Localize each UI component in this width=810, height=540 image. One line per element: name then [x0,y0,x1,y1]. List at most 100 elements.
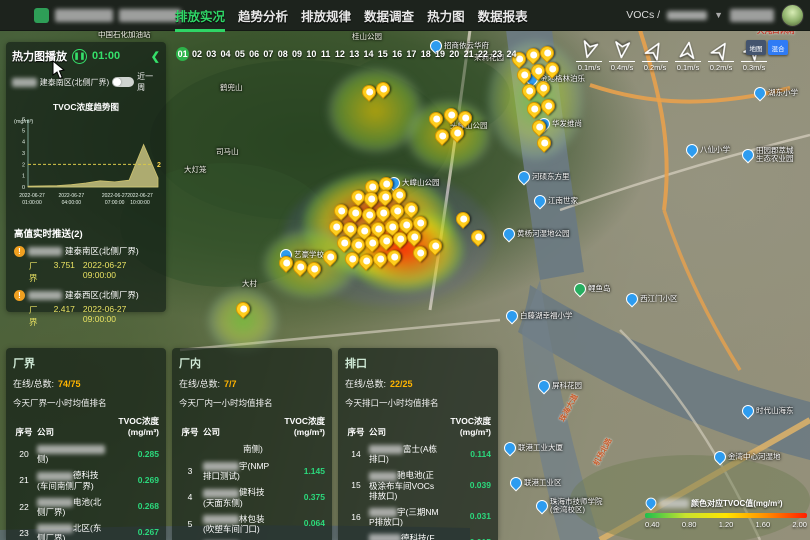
table-row[interactable]: 3宇(NMP排口测试)1.145 [179,461,325,481]
collapse-panel-icon[interactable]: ❮ [151,50,160,63]
legend-tick: 0.40 [645,520,660,529]
svg-text:6: 6 [22,117,25,123]
hour-19[interactable]: 19 [433,47,446,61]
table-row[interactable]: 20侧)0.285 [13,444,159,464]
nav-tab[interactable]: 数据调查 [364,6,414,25]
hour-17[interactable]: 17 [405,47,418,61]
week-toggle[interactable] [112,77,134,87]
hour-16[interactable]: 16 [390,47,403,61]
svg-text:01:00:00: 01:00:00 [22,200,42,206]
poi-marker-icon[interactable] [502,440,519,457]
nav-tab[interactable]: 趋势分析 [238,6,288,25]
table-row[interactable]: 22电池(北侧厂界)0.268 [13,497,159,517]
online-count: 在线/总数:74/75 [13,377,159,390]
push-time: 2022-06-27 09:00:00 [83,304,160,328]
maptype-hybrid-button[interactable]: 混合 [768,40,788,55]
map-label: 湖东小学 [754,87,798,99]
tvoc-trend-chart: (mg/m³)012345622022-06-2701:00:002022-06… [12,113,160,222]
poi-marker-icon[interactable] [508,475,525,492]
table-row[interactable]: 17德科技(FHVP1007)0.015 [345,533,491,540]
hour-08[interactable]: 08 [276,47,289,61]
hour-20[interactable]: 20 [448,47,461,61]
avatar[interactable] [781,4,804,27]
nav-tab[interactable]: 数据报表 [478,6,528,25]
table-row[interactable]: 23北区(东侧厂界)0.267 [13,523,159,540]
map-label-text: 大嶂山公园 [402,179,440,187]
nav-tab[interactable]: 排放实况 [175,6,225,25]
hour-24[interactable]: 24 [505,47,518,61]
map-label-text: 华发维尚 [552,120,582,128]
push-item[interactable]: !建泰南区(北侧厂界)厂界3.7512022-06-27 09:00:00 [14,245,160,284]
poi-marker-icon[interactable] [504,308,521,325]
table-row[interactable]: 21德科技(车间南侧厂界)0.269 [13,470,159,490]
svg-text:0: 0 [22,185,25,191]
company-redacted [37,472,73,481]
table-row[interactable]: 16宇(三期NMP排放口)0.031 [345,507,491,527]
hour-22[interactable]: 22 [476,47,489,61]
hour-03[interactable]: 03 [205,47,218,61]
hour-18[interactable]: 18 [419,47,432,61]
poi-marker-icon[interactable] [624,291,641,308]
vocs-dropdown-value-redacted[interactable] [667,11,707,20]
poi-marker-icon[interactable] [572,281,589,298]
hour-02[interactable]: 02 [190,47,203,61]
hour-04[interactable]: 04 [219,47,232,61]
legend-tick: 1.60 [756,520,771,529]
company-cell: 驰电池(正极涂布车间VOCs排放口) [367,470,441,500]
table-row[interactable]: 5林包装(吹塑车间门口)0.064 [179,514,325,534]
poi-marker-icon[interactable] [752,85,769,102]
logo-icon [34,8,49,23]
hour-07[interactable]: 07 [262,47,275,61]
map-label: 八仙小学 [686,144,730,156]
hour-01[interactable]: 01 [176,47,189,61]
svg-text:2: 2 [157,162,161,169]
maptype-map-button[interactable]: 地图 [746,40,766,55]
hour-10[interactable]: 10 [305,47,318,61]
value-cell: 0.114 [441,449,491,460]
map-label: 田园郡萃城生态农业园 [742,147,794,163]
poi-marker-icon[interactable] [740,147,757,164]
poi-marker-icon[interactable] [501,226,518,243]
poi-marker-icon[interactable] [532,193,549,210]
legend-gradient-bar [645,513,807,518]
app-title-redacted [55,9,113,22]
hour-05[interactable]: 05 [233,47,246,61]
ranking-panel-2: 厂内在线/总数:7/7今天厂内一小时均值排名序号公司TVOC浓度(mg/m³)南… [172,348,332,540]
poi-marker-icon[interactable] [536,378,553,395]
table-row[interactable]: 4健科技(天面东侧)0.375 [179,487,325,507]
company-redacted [369,534,401,540]
poi-marker-icon[interactable] [684,142,701,159]
map-label-text: 联港工业大厦 [518,444,563,452]
nav-tab[interactable]: 热力图 [427,6,465,25]
map-label-text: 江南世家 [548,197,578,205]
hour-15[interactable]: 15 [376,47,389,61]
nav-tab[interactable]: 排放规律 [301,6,351,25]
table-row[interactable]: 15驰电池(正极涂布车间VOCs排放口)0.039 [345,470,491,500]
poi-marker-icon[interactable] [534,498,551,515]
pause-button[interactable]: ❚❚ [72,49,87,64]
poi-marker-icon[interactable] [712,449,729,466]
map-label: 大村 [242,280,257,288]
hour-12[interactable]: 12 [333,47,346,61]
hour-11[interactable]: 11 [319,47,332,61]
table-row[interactable]: 14富士(A栋排口)0.114 [345,444,491,464]
hour-13[interactable]: 13 [348,47,361,61]
hour-06[interactable]: 06 [247,47,260,61]
map-label: 桂山公园 [352,33,382,41]
push-item[interactable]: !建泰西区(北侧厂界)厂界2.4172022-06-27 09:00:00 [14,289,160,328]
push-station: 建泰西区(北侧厂界) [65,289,139,301]
nav-menu: 排放实况趋势分析排放规律数据调查热力图数据报表 [175,0,528,30]
dashboard: 中国石化加油站桂山公园茉莉花园鹤兜山司马山大灯笼头峰山公园大村招商依云华府金地格… [0,0,810,540]
table-header: 序号公司TVOC浓度(mg/m³) [179,416,325,438]
app-subtitle-redacted [119,9,181,22]
hour-21[interactable]: 21 [462,47,475,61]
hour-14[interactable]: 14 [362,47,375,61]
poi-marker-icon[interactable] [740,403,757,420]
value-cell: 0.039 [441,480,491,491]
hour-09[interactable]: 09 [290,47,303,61]
chevron-down-icon[interactable]: ▼ [714,10,723,20]
wind-indicator: 0.2m/s [708,40,734,72]
hour-23[interactable]: 23 [491,47,504,61]
poi-marker-icon[interactable] [516,169,533,186]
map-label: 大灯笼 [184,166,207,174]
